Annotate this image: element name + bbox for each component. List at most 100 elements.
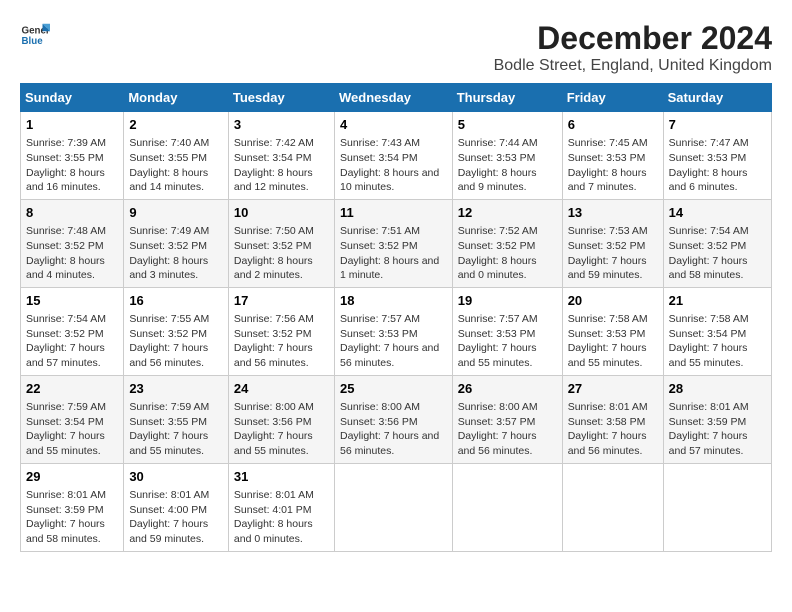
calendar-cell — [452, 463, 562, 551]
calendar-col-header: Thursday — [452, 84, 562, 112]
calendar-cell: 24 Sunrise: 8:00 AMSunset: 3:56 PMDayligh… — [228, 375, 334, 463]
calendar-cell: 22 Sunrise: 7:59 AMSunset: 3:54 PMDayligh… — [21, 375, 124, 463]
day-number: 11 — [340, 204, 447, 222]
cell-sun-info: Sunrise: 7:59 AMSunset: 3:54 PMDaylight:… — [26, 400, 118, 459]
day-number: 27 — [568, 380, 658, 398]
calendar-cell: 8Sunrise: 7:48 AMSunset: 3:52 PMDaylight… — [21, 199, 124, 287]
calendar-week-row: 8Sunrise: 7:48 AMSunset: 3:52 PMDaylight… — [21, 199, 772, 287]
day-number: 23 — [129, 380, 223, 398]
cell-sun-info: Sunrise: 7:43 AMSunset: 3:54 PMDaylight:… — [340, 136, 447, 195]
calendar-body: 1 Sunrise: 7:39 AMSunset: 3:55 PMDaylight… — [21, 112, 772, 552]
cell-sun-info: Sunrise: 8:01 AMSunset: 4:00 PMDaylight:… — [129, 488, 223, 547]
calendar-cell: 18 Sunrise: 7:57 AMSunset: 3:53 PMDayligh… — [334, 287, 452, 375]
calendar-cell: 12 Sunrise: 7:52 AMSunset: 3:52 PMDayligh… — [452, 199, 562, 287]
calendar-cell: 28Sunrise: 8:01 AMSunset: 3:59 PMDayligh… — [663, 375, 771, 463]
day-number: 26 — [458, 380, 557, 398]
calendar-cell: 17 Sunrise: 7:56 AMSunset: 3:52 PMDayligh… — [228, 287, 334, 375]
cell-sun-info: Sunrise: 7:51 AMSunset: 3:52 PMDaylight:… — [340, 224, 447, 283]
calendar-cell — [562, 463, 663, 551]
cell-sun-info: Sunrise: 7:40 AMSunset: 3:55 PMDaylight:… — [129, 136, 223, 195]
calendar-cell: 2 Sunrise: 7:40 AMSunset: 3:55 PMDaylight… — [124, 112, 229, 200]
cell-sun-info: Sunrise: 8:00 AMSunset: 3:56 PMDaylight:… — [340, 400, 447, 459]
calendar-cell: 1 Sunrise: 7:39 AMSunset: 3:55 PMDaylight… — [21, 112, 124, 200]
day-number: 17 — [234, 292, 329, 310]
calendar-col-header: Wednesday — [334, 84, 452, 112]
day-number: 3 — [234, 116, 329, 134]
calendar-cell: 29Sunrise: 8:01 AMSunset: 3:59 PMDayligh… — [21, 463, 124, 551]
calendar-header-row: SundayMondayTuesdayWednesdayThursdayFrid… — [21, 84, 772, 112]
cell-sun-info: Sunrise: 7:57 AMSunset: 3:53 PMDaylight:… — [458, 312, 557, 371]
page-subtitle: Bodle Street, England, United Kingdom — [494, 57, 772, 75]
logo-icon: General Blue — [20, 20, 50, 50]
title-area: December 2024 Bodle Street, England, Uni… — [494, 20, 772, 75]
day-number: 7 — [669, 116, 766, 134]
page-title: December 2024 — [494, 20, 772, 57]
day-number: 15 — [26, 292, 118, 310]
cell-sun-info: Sunrise: 8:00 AMSunset: 3:56 PMDaylight:… — [234, 400, 329, 459]
calendar-week-row: 29Sunrise: 8:01 AMSunset: 3:59 PMDayligh… — [21, 463, 772, 551]
cell-sun-info: Sunrise: 7:50 AMSunset: 3:52 PMDaylight:… — [234, 224, 329, 283]
cell-sun-info: Sunrise: 8:01 AMSunset: 4:01 PMDaylight:… — [234, 488, 329, 547]
calendar-cell: 16Sunrise: 7:55 AMSunset: 3:52 PMDayligh… — [124, 287, 229, 375]
calendar-col-header: Friday — [562, 84, 663, 112]
calendar-cell: 9 Sunrise: 7:49 AMSunset: 3:52 PMDaylight… — [124, 199, 229, 287]
day-number: 2 — [129, 116, 223, 134]
cell-sun-info: Sunrise: 8:01 AMSunset: 3:58 PMDaylight:… — [568, 400, 658, 459]
calendar-cell: 26 Sunrise: 8:00 AMSunset: 3:57 PMDayligh… — [452, 375, 562, 463]
cell-sun-info: Sunrise: 7:49 AMSunset: 3:52 PMDaylight:… — [129, 224, 223, 283]
day-number: 18 — [340, 292, 447, 310]
cell-sun-info: Sunrise: 7:44 AMSunset: 3:53 PMDaylight:… — [458, 136, 557, 195]
calendar-col-header: Saturday — [663, 84, 771, 112]
calendar-cell: 15 Sunrise: 7:54 AMSunset: 3:52 PMDayligh… — [21, 287, 124, 375]
cell-sun-info: Sunrise: 7:45 AMSunset: 3:53 PMDaylight:… — [568, 136, 658, 195]
calendar-cell: 19 Sunrise: 7:57 AMSunset: 3:53 PMDayligh… — [452, 287, 562, 375]
day-number: 20 — [568, 292, 658, 310]
cell-sun-info: Sunrise: 7:55 AMSunset: 3:52 PMDaylight:… — [129, 312, 223, 371]
calendar-cell: 5Sunrise: 7:44 AMSunset: 3:53 PMDaylight… — [452, 112, 562, 200]
calendar-week-row: 15 Sunrise: 7:54 AMSunset: 3:52 PMDayligh… — [21, 287, 772, 375]
svg-text:Blue: Blue — [22, 36, 44, 47]
cell-sun-info: Sunrise: 7:57 AMSunset: 3:53 PMDaylight:… — [340, 312, 447, 371]
logo: General Blue — [20, 20, 50, 50]
calendar-table: SundayMondayTuesdayWednesdayThursdayFrid… — [20, 83, 772, 552]
cell-sun-info: Sunrise: 8:00 AMSunset: 3:57 PMDaylight:… — [458, 400, 557, 459]
calendar-week-row: 1 Sunrise: 7:39 AMSunset: 3:55 PMDaylight… — [21, 112, 772, 200]
cell-sun-info: Sunrise: 7:54 AMSunset: 3:52 PMDaylight:… — [669, 224, 766, 283]
cell-sun-info: Sunrise: 7:39 AMSunset: 3:55 PMDaylight:… — [26, 136, 118, 195]
day-number: 24 — [234, 380, 329, 398]
calendar-cell: 31 Sunrise: 8:01 AMSunset: 4:01 PMDayligh… — [228, 463, 334, 551]
calendar-cell: 20 Sunrise: 7:58 AMSunset: 3:53 PMDayligh… — [562, 287, 663, 375]
cell-sun-info: Sunrise: 8:01 AMSunset: 3:59 PMDaylight:… — [26, 488, 118, 547]
calendar-cell: 27 Sunrise: 8:01 AMSunset: 3:58 PMDayligh… — [562, 375, 663, 463]
cell-sun-info: Sunrise: 7:52 AMSunset: 3:52 PMDaylight:… — [458, 224, 557, 283]
calendar-cell: 3 Sunrise: 7:42 AMSunset: 3:54 PMDaylight… — [228, 112, 334, 200]
day-number: 9 — [129, 204, 223, 222]
calendar-cell: 6Sunrise: 7:45 AMSunset: 3:53 PMDaylight… — [562, 112, 663, 200]
day-number: 22 — [26, 380, 118, 398]
day-number: 30 — [129, 468, 223, 486]
day-number: 31 — [234, 468, 329, 486]
cell-sun-info: Sunrise: 7:42 AMSunset: 3:54 PMDaylight:… — [234, 136, 329, 195]
calendar-cell: 4Sunrise: 7:43 AMSunset: 3:54 PMDaylight… — [334, 112, 452, 200]
calendar-cell — [334, 463, 452, 551]
calendar-cell: 21Sunrise: 7:58 AMSunset: 3:54 PMDayligh… — [663, 287, 771, 375]
day-number: 13 — [568, 204, 658, 222]
cell-sun-info: Sunrise: 7:54 AMSunset: 3:52 PMDaylight:… — [26, 312, 118, 371]
cell-sun-info: Sunrise: 7:58 AMSunset: 3:53 PMDaylight:… — [568, 312, 658, 371]
calendar-cell: 10 Sunrise: 7:50 AMSunset: 3:52 PMDayligh… — [228, 199, 334, 287]
calendar-cell: 7 Sunrise: 7:47 AMSunset: 3:53 PMDaylight… — [663, 112, 771, 200]
cell-sun-info: Sunrise: 7:56 AMSunset: 3:52 PMDaylight:… — [234, 312, 329, 371]
calendar-cell: 11 Sunrise: 7:51 AMSunset: 3:52 PMDayligh… — [334, 199, 452, 287]
page-header: General Blue December 2024 Bodle Street,… — [20, 20, 772, 75]
day-number: 1 — [26, 116, 118, 134]
day-number: 10 — [234, 204, 329, 222]
calendar-cell: 30 Sunrise: 8:01 AMSunset: 4:00 PMDayligh… — [124, 463, 229, 551]
day-number: 12 — [458, 204, 557, 222]
calendar-cell: 14Sunrise: 7:54 AMSunset: 3:52 PMDayligh… — [663, 199, 771, 287]
calendar-week-row: 22 Sunrise: 7:59 AMSunset: 3:54 PMDayligh… — [21, 375, 772, 463]
day-number: 25 — [340, 380, 447, 398]
cell-sun-info: Sunrise: 7:53 AMSunset: 3:52 PMDaylight:… — [568, 224, 658, 283]
calendar-cell: 13 Sunrise: 7:53 AMSunset: 3:52 PMDayligh… — [562, 199, 663, 287]
cell-sun-info: Sunrise: 7:47 AMSunset: 3:53 PMDaylight:… — [669, 136, 766, 195]
day-number: 19 — [458, 292, 557, 310]
